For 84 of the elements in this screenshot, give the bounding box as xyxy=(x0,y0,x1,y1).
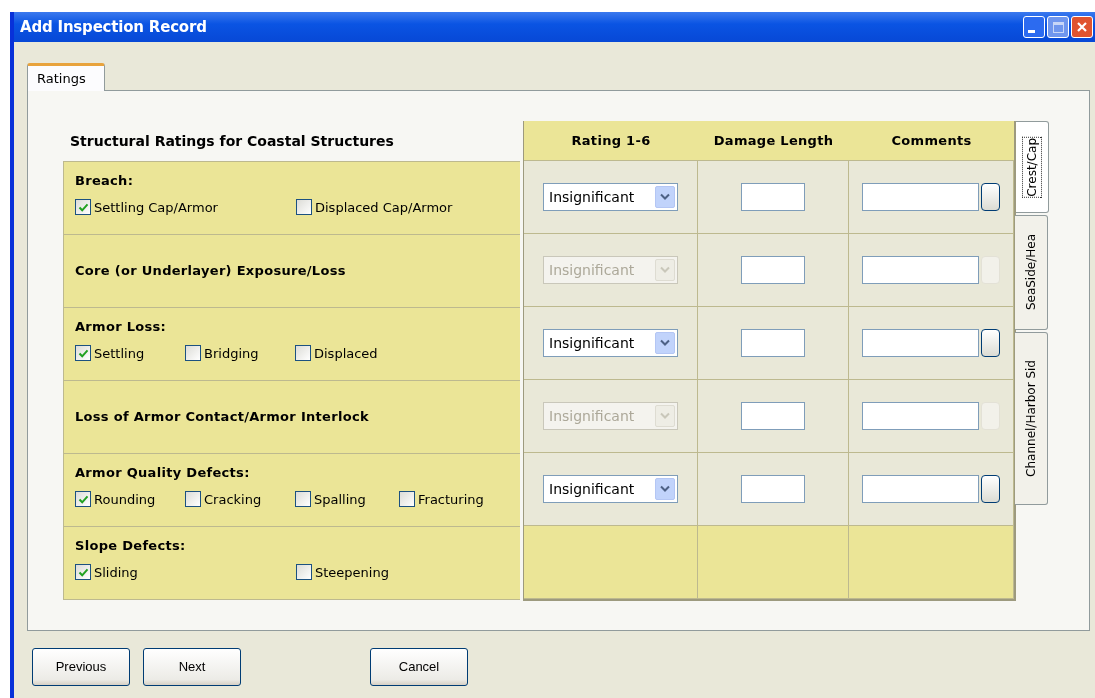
checkbox[interactable] xyxy=(185,491,201,508)
check-icon xyxy=(77,566,89,578)
column-header: Rating 1-6 xyxy=(524,121,698,161)
checkbox[interactable] xyxy=(75,199,91,216)
side-tab[interactable]: SeaSide/Hea xyxy=(1015,215,1048,330)
comment-button[interactable] xyxy=(981,475,1000,503)
checkbox-option[interactable]: Steepening xyxy=(296,562,389,582)
checkbox-option[interactable]: Cracking xyxy=(185,489,295,509)
checkbox-option[interactable]: Spalling xyxy=(295,489,399,509)
window-title: Add Inspection Record xyxy=(20,16,207,38)
option-label: Settling xyxy=(94,344,145,363)
option-label: Spalling xyxy=(314,490,366,509)
dropdown-value: Insignificant xyxy=(549,479,635,499)
check-icon xyxy=(77,347,89,359)
comment-field[interactable] xyxy=(862,329,979,357)
section-heading: Structural Ratings for Coastal Structures xyxy=(70,131,394,151)
rating-dropdown[interactable]: Insignificant xyxy=(543,329,678,357)
row-label: Breach: xyxy=(75,172,135,190)
row-label: Armor Loss: xyxy=(75,318,168,336)
side-tab[interactable]: Crest/Cap xyxy=(1016,121,1049,213)
caret-icon xyxy=(655,478,675,500)
dropdown-value: Insignificant xyxy=(549,187,635,207)
comment-button[interactable] xyxy=(981,183,1000,211)
comment-field[interactable] xyxy=(862,256,979,284)
damage-length-field[interactable] xyxy=(741,256,805,284)
rating-dropdown[interactable]: Insignificant xyxy=(543,183,678,211)
check-icon xyxy=(77,493,89,505)
row-label: Core (or Underlayer) Exposure/Loss xyxy=(75,262,347,281)
option-label: Displaced xyxy=(314,344,378,363)
check-icon xyxy=(77,201,89,213)
comment-button[interactable] xyxy=(981,329,1000,357)
checkbox-option[interactable]: Displaced Cap/Armor xyxy=(296,197,453,217)
comment-field[interactable] xyxy=(862,475,979,503)
checkbox[interactable] xyxy=(296,564,312,581)
close-icon[interactable] xyxy=(1071,16,1093,38)
damage-length-field[interactable] xyxy=(741,183,805,211)
row-label: Slope Defects: xyxy=(75,537,187,555)
checkbox[interactable] xyxy=(296,199,312,216)
checkbox-option[interactable]: Fracturing xyxy=(399,489,509,509)
option-label: Bridging xyxy=(204,344,259,363)
caret-icon xyxy=(655,259,675,281)
row-label: Armor Quality Defects: xyxy=(75,464,251,482)
dialog-button[interactable]: Cancel xyxy=(370,648,468,686)
damage-length-field[interactable] xyxy=(741,402,805,430)
checkbox[interactable] xyxy=(75,564,91,581)
damage-length-field[interactable] xyxy=(741,329,805,357)
comment-field[interactable] xyxy=(862,183,979,211)
option-label: Steepening xyxy=(315,563,389,582)
checkbox[interactable] xyxy=(399,491,415,508)
comment-field[interactable] xyxy=(862,402,979,430)
checkbox-option[interactable]: Settling Cap/Armor xyxy=(75,197,296,217)
checkbox-option[interactable]: Rounding xyxy=(75,489,185,509)
checkbox[interactable] xyxy=(295,345,311,362)
option-label: Cracking xyxy=(204,490,262,509)
damage-length-field[interactable] xyxy=(741,475,805,503)
row-label: Loss of Armor Contact/Armor Interlock xyxy=(75,408,370,427)
dropdown-value: Insignificant xyxy=(549,260,635,280)
caret-icon xyxy=(655,405,675,427)
checkbox[interactable] xyxy=(295,491,311,508)
checkbox-option[interactable]: Settling xyxy=(75,343,185,363)
maximize-icon[interactable] xyxy=(1047,16,1069,38)
checkbox-option[interactable]: Displaced xyxy=(295,343,399,363)
column-header: Damage Length xyxy=(698,121,849,161)
caret-icon xyxy=(655,186,675,208)
column-header: Comments xyxy=(849,121,1014,161)
tab[interactable]: Ratings xyxy=(27,63,105,91)
option-label: Fracturing xyxy=(418,490,484,509)
checkbox-option[interactable]: Bridging xyxy=(185,343,295,363)
caret-icon xyxy=(655,332,675,354)
option-label: Rounding xyxy=(94,490,156,509)
side-tab[interactable]: Channel/Harbor Sid xyxy=(1015,332,1048,505)
option-label: Displaced Cap/Armor xyxy=(315,198,453,217)
dropdown-value: Insignificant xyxy=(549,406,635,426)
option-label: Settling Cap/Armor xyxy=(94,198,218,217)
checkbox[interactable] xyxy=(75,491,91,508)
minimize-icon[interactable] xyxy=(1023,16,1045,38)
option-label: Sliding xyxy=(94,563,138,582)
checkbox[interactable] xyxy=(75,345,91,362)
checkbox-option[interactable]: Sliding xyxy=(75,562,296,582)
rating-dropdown[interactable]: Insignificant xyxy=(543,475,678,503)
dropdown-value: Insignificant xyxy=(549,333,635,353)
dialog-button[interactable]: Previous xyxy=(32,648,130,686)
checkbox[interactable] xyxy=(185,345,201,362)
dialog-button[interactable]: Next xyxy=(143,648,241,686)
